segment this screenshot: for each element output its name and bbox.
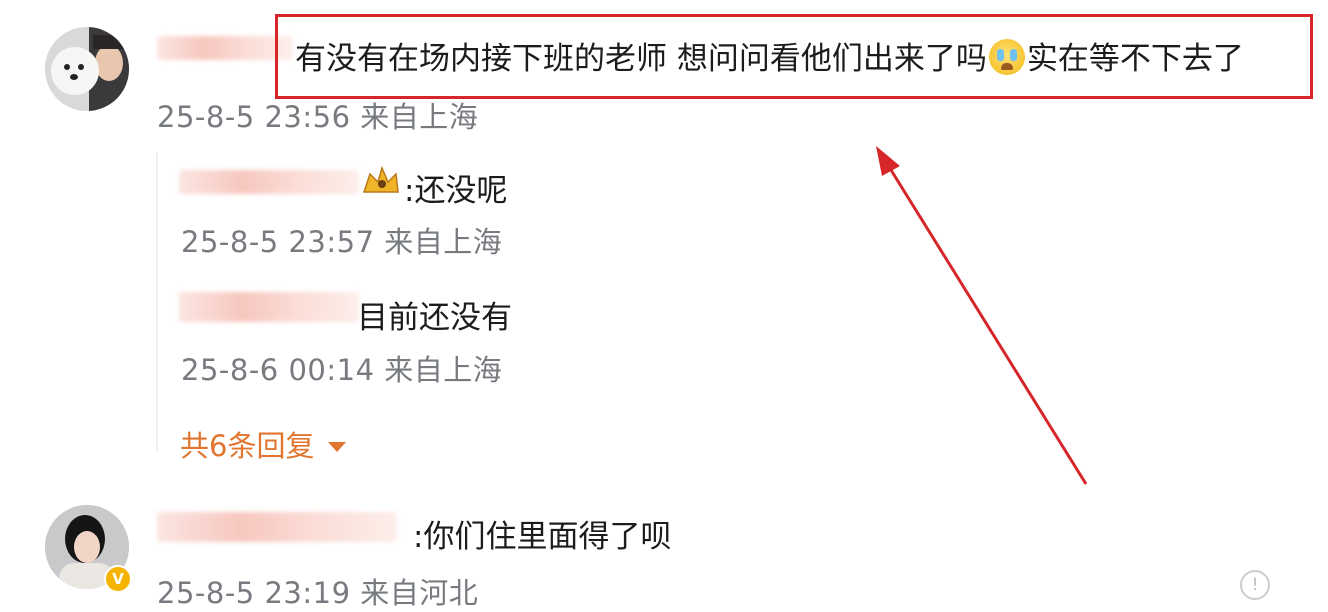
more-replies-link[interactable]: 共6条回复 bbox=[180, 423, 346, 465]
member-badge-icon bbox=[360, 162, 402, 198]
verified-badge-icon: V bbox=[104, 565, 132, 593]
comment-text: :你们住里面得了呗 bbox=[413, 519, 672, 555]
reply-text: 目前还没有 bbox=[357, 300, 512, 336]
info-icon[interactable]: ! bbox=[1240, 570, 1270, 600]
reply-text: :还没呢 bbox=[404, 173, 508, 209]
reply-username-blurred[interactable] bbox=[179, 292, 359, 322]
more-replies-label: 共6条回复 bbox=[180, 429, 315, 463]
reply-username-blurred[interactable] bbox=[179, 170, 359, 194]
username-blurred[interactable] bbox=[157, 512, 397, 542]
reply-thread-line bbox=[156, 152, 158, 452]
reply-timestamp: 25-8-6 00:14 来自上海 bbox=[181, 353, 503, 387]
caret-down-icon bbox=[327, 442, 346, 452]
reply-timestamp: 25-8-5 23:57 来自上海 bbox=[181, 225, 503, 259]
